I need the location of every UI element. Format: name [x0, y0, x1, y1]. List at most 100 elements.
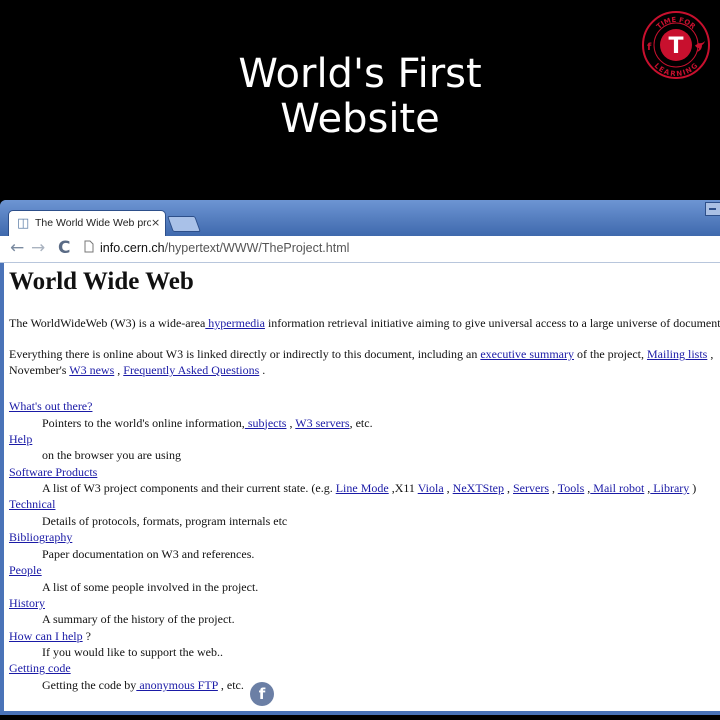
- browser-tab-strip: ◫ The World Wide Web project ×: [0, 200, 720, 236]
- description-text: Details of protocols, formats, program i…: [42, 513, 288, 528]
- link-executive-summary[interactable]: executive summary: [480, 347, 574, 361]
- logo-letter: T: [668, 34, 683, 59]
- tab-title: The World Wide Web project: [35, 217, 151, 229]
- everything-text-4: November's: [9, 363, 70, 377]
- description-text: ,: [443, 481, 453, 496]
- description-link[interactable]: anonymous FTP: [136, 678, 218, 692]
- topic-term: Help: [9, 432, 32, 447]
- svg-text:TIME FOR: TIME FOR: [655, 16, 697, 31]
- description-text: ,: [504, 481, 513, 496]
- topic-description: Pointers to the world's online informati…: [42, 416, 373, 431]
- topic-description: If you would like to support the web..: [42, 645, 223, 660]
- topic-description: Paper documentation on W3 and references…: [42, 547, 254, 562]
- topic-term: How can I help ?: [9, 629, 91, 644]
- headline-line-1: World's First: [238, 51, 482, 97]
- link-w3-news[interactable]: W3 news: [69, 363, 114, 377]
- topic-link[interactable]: How can I help: [9, 629, 83, 643]
- topic-term: Bibliography: [9, 530, 72, 545]
- logo-facebook-icon: f: [647, 42, 652, 53]
- everything-paragraph: Everything there is online about W3 is l…: [9, 346, 713, 378]
- topic-description: Getting the code by anonymous FTP , etc.: [42, 678, 244, 693]
- intro-text-2: information retrieval initiative aiming …: [264, 316, 720, 330]
- document-icon: [84, 240, 94, 253]
- description-text: Pointers to the world's online informati…: [42, 415, 245, 430]
- topic-description: on the browser you are using: [42, 448, 181, 463]
- back-arrow-icon[interactable]: ←: [10, 238, 24, 258]
- description-text: Getting the code by: [42, 677, 137, 692]
- description-link[interactable]: Mail robot: [590, 481, 644, 495]
- link-hypermedia[interactable]: hypermedia: [205, 316, 265, 330]
- topic-link[interactable]: What's out there?: [9, 399, 92, 413]
- svg-text:LEARNING: LEARNING: [653, 62, 700, 79]
- description-text: A list of W3 project components and thei…: [42, 481, 336, 496]
- topic-term: History: [9, 596, 45, 611]
- description-link[interactable]: W3 servers: [295, 416, 349, 430]
- description-link[interactable]: Servers: [513, 481, 549, 495]
- browser-tab[interactable]: ◫ The World Wide Web project ×: [8, 210, 166, 236]
- link-faq[interactable]: Frequently Asked Questions: [123, 363, 259, 377]
- description-link[interactable]: Line Mode: [336, 481, 389, 495]
- description-text: , etc.: [349, 415, 373, 430]
- everything-text: Everything there is online about W3 is l…: [9, 347, 481, 361]
- topic-link[interactable]: Getting code: [9, 661, 71, 675]
- facebook-icon: f: [250, 682, 274, 706]
- time-for-learning-logo: TIME FOR LEARNING T f: [642, 11, 710, 79]
- reload-icon[interactable]: C: [58, 238, 70, 258]
- close-tab-icon[interactable]: ×: [151, 216, 160, 229]
- intro-paragraph: The WorldWideWeb (W3) is a wide-area hyp…: [9, 315, 720, 331]
- everything-text-6: .: [259, 363, 266, 377]
- topic-link[interactable]: History: [9, 596, 45, 610]
- headline-line-2: Website: [280, 96, 440, 142]
- description-text: Paper documentation on W3 and references…: [42, 546, 255, 561]
- description-text: ): [689, 481, 697, 496]
- topic-link[interactable]: People: [9, 563, 42, 577]
- minimize-button[interactable]: [705, 202, 720, 216]
- description-text: If you would like to support the web..: [42, 645, 223, 660]
- topic-suffix: ?: [82, 628, 91, 643]
- page-icon: ◫: [17, 216, 30, 231]
- topic-link[interactable]: Bibliography: [9, 530, 72, 544]
- address-host: info.cern.ch: [100, 241, 165, 255]
- address-path: /hypertext/WWW/TheProject.html: [164, 241, 350, 255]
- topic-description: A list of W3 project components and thei…: [42, 481, 696, 496]
- browser-window: ◫ The World Wide Web project × ← → C inf…: [0, 200, 720, 715]
- description-text: A summary of the history of the project.: [42, 612, 235, 627]
- description-text: ,X11: [388, 481, 418, 496]
- topic-description: Details of protocols, formats, program i…: [42, 514, 287, 529]
- topic-term: Software Products: [9, 465, 97, 480]
- topic-term: Getting code: [9, 661, 71, 676]
- link-mailing-lists[interactable]: Mailing lists: [647, 347, 707, 361]
- description-text: on the browser you are using: [42, 448, 181, 463]
- logo-bottom-text: LEARNING: [653, 62, 700, 79]
- everything-text-5: ,: [114, 363, 124, 377]
- forward-arrow-icon[interactable]: →: [31, 238, 45, 258]
- address-bar[interactable]: info.cern.ch/hypertext/WWW/TheProject.ht…: [100, 241, 349, 255]
- topic-link[interactable]: Help: [9, 432, 32, 446]
- topic-link[interactable]: Technical: [9, 497, 55, 511]
- description-link[interactable]: Tools: [558, 481, 585, 495]
- intro-text: The WorldWideWeb (W3) is a wide-area: [9, 316, 206, 330]
- description-text: , etc.: [217, 677, 244, 692]
- everything-text-3: ,: [707, 347, 714, 361]
- web-page: World Wide Web The WorldWideWeb (W3) is …: [4, 263, 720, 711]
- page-title: World Wide Web: [9, 268, 194, 295]
- everything-text-2: of the project,: [574, 347, 647, 361]
- topic-link[interactable]: Software Products: [9, 465, 97, 479]
- logo-top-text: TIME FOR: [655, 16, 697, 31]
- description-link[interactable]: Library: [650, 481, 689, 495]
- topic-term: What's out there?: [9, 399, 92, 414]
- description-link[interactable]: subjects: [245, 416, 287, 430]
- description-text: ,: [286, 415, 296, 430]
- description-text: A list of some people involved in the pr…: [42, 579, 259, 594]
- topic-term: People: [9, 563, 42, 578]
- headline: World's First Website: [0, 52, 720, 142]
- description-link[interactable]: NeXTStep: [453, 481, 504, 495]
- logo-twitter-icon: [695, 41, 705, 52]
- new-tab-button[interactable]: [167, 216, 201, 232]
- browser-toolbar: ← → C info.cern.ch/hypertext/WWW/TheProj…: [0, 236, 720, 263]
- topic-description: A list of some people involved in the pr…: [42, 580, 258, 595]
- description-text: ,: [549, 481, 558, 496]
- topic-term: Technical: [9, 497, 55, 512]
- topic-description: A summary of the history of the project.: [42, 612, 235, 627]
- description-link[interactable]: Viola: [418, 481, 444, 495]
